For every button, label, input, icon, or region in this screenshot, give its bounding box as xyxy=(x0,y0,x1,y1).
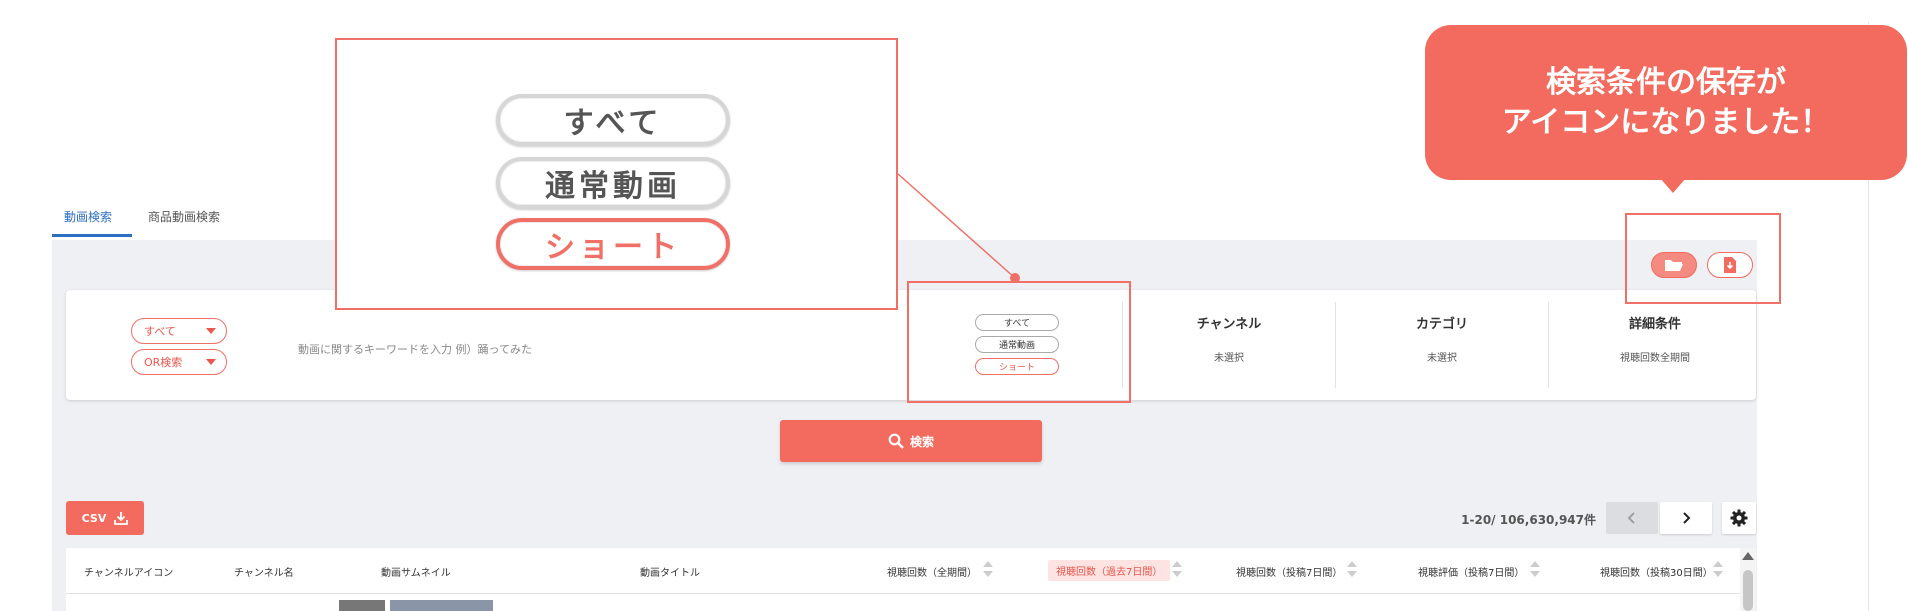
announcement-bubble: 検索条件の保存が アイコンになりました！ xyxy=(1425,25,1907,180)
zoom-normal-button: 通常動画 xyxy=(496,157,730,209)
zoom-short-button: ショート xyxy=(496,218,730,270)
zoom-all-button: すべて xyxy=(496,94,730,146)
bubble-line-1: 検索条件の保存が xyxy=(1546,65,1786,100)
bubble-line-2: アイコンになりました！ xyxy=(1501,105,1831,140)
bubble-tail xyxy=(1660,178,1686,193)
